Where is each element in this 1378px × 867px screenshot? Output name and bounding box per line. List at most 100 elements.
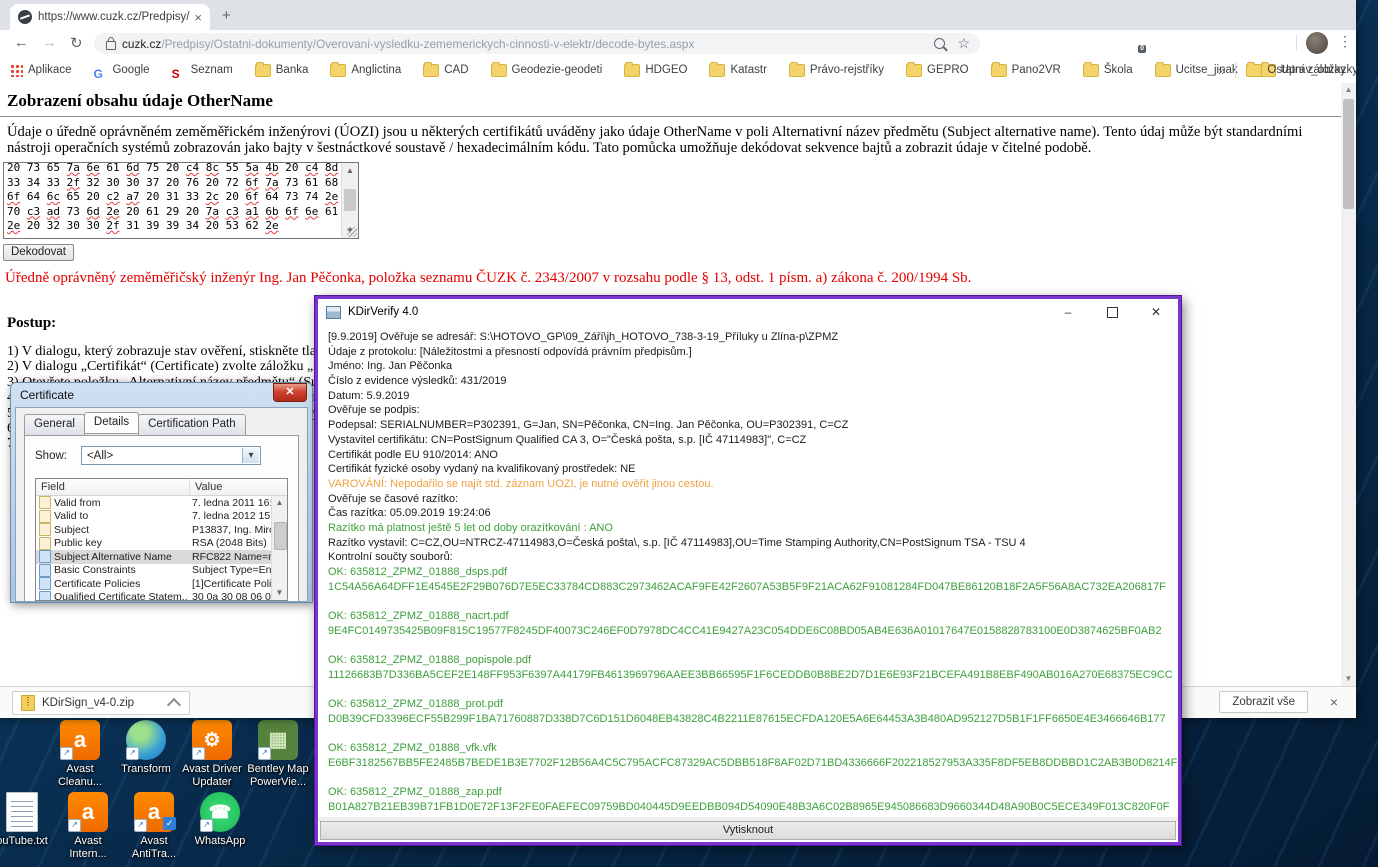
forward-button[interactable]: →	[42, 34, 57, 51]
browser-tab[interactable]: https://www.cuzk.cz/Predpisy/O ×	[10, 4, 210, 30]
desktop-icon[interactable]: Bentley Map PowerVie...	[245, 720, 311, 789]
address-bar[interactable]: cuzk.cz/Predpisy/Ostatni-dokumenty/Overo…	[94, 33, 980, 54]
browser-menu-icon[interactable]: ⋮	[1338, 33, 1352, 50]
desktop-icon[interactable]: Avast Driver Updater	[179, 720, 245, 789]
reload-button[interactable]: ↻	[70, 34, 83, 52]
padlock-icon[interactable]	[106, 41, 116, 50]
shortcut-arrow-icon	[258, 747, 271, 760]
list-header: Field Value	[36, 479, 287, 496]
certificate-dialog-title: Certificate	[11, 383, 312, 407]
desktop-icon[interactable]: Avast Intern...	[55, 792, 121, 861]
tab-close-icon[interactable]: ×	[194, 10, 202, 25]
certificate-tab[interactable]: Certification Path	[138, 414, 246, 436]
desktop-icon[interactable]: WhatsApp	[187, 792, 253, 861]
extension-icon[interactable]	[1181, 35, 1196, 50]
back-button[interactable]: ←	[14, 34, 29, 51]
bookmark-item[interactable]: Google	[93, 64, 149, 76]
profile-avatar[interactable]	[1306, 32, 1328, 54]
certificate-field-row[interactable]: Valid to 7. ledna 2012 15:32:00	[36, 510, 287, 524]
log-line: Jméno: Ing. Jan Pěčonka	[328, 359, 1168, 374]
log-line	[328, 771, 1168, 786]
bookmark-item[interactable]: Aplikace	[10, 64, 71, 77]
desktop-icon[interactable]: ouTube.txt	[0, 792, 55, 861]
desktop-icon-label: Avast Driver Updater	[182, 763, 242, 789]
extension-icon[interactable]	[1154, 35, 1169, 50]
certificate-field-row[interactable]: Subject Alternative Name RFC822 Name=mir…	[36, 550, 287, 564]
desktop-icon[interactable]: Transform	[113, 720, 179, 789]
other-bookmarks-button[interactable]: Ostatní záložky	[1246, 64, 1346, 77]
extension-icon[interactable]	[1046, 35, 1061, 50]
desktop-icon-label: Avast Intern...	[69, 835, 106, 861]
extension-icon[interactable]	[1100, 35, 1115, 50]
certificate-field-row[interactable]: Qualified Certificate Statem... 30 0a 30…	[36, 591, 287, 602]
download-shelf-close-icon[interactable]: ×	[1330, 694, 1338, 710]
kdirverify-titlebar[interactable]: KDirVerify 4.0 – ✕	[318, 299, 1178, 325]
certificate-tab[interactable]: General	[24, 414, 85, 436]
certificate-field-row[interactable]: Basic Constraints Subject Type=End Entit…	[36, 564, 287, 578]
scroll-up-icon[interactable]: ▲	[342, 163, 358, 178]
intro-paragraph: Údaje o úředně oprávněném zeměměřickém i…	[7, 124, 1347, 156]
close-button[interactable]: ✕	[1134, 299, 1178, 325]
page-scroll-down-icon[interactable]: ▼	[1341, 672, 1356, 686]
cert-scroll-up-icon[interactable]: ▲	[272, 496, 287, 510]
hex-input-textarea[interactable]: 20 73 65 7a 6e 61 6d 75 20 c4 8c 55 5a 4…	[3, 162, 359, 239]
bookmark-item[interactable]: Anglictina	[330, 64, 401, 77]
field-type-icon	[39, 523, 51, 536]
maximize-button[interactable]	[1090, 299, 1134, 325]
resize-grip-icon[interactable]	[347, 227, 357, 237]
decode-button[interactable]: Dekodovat	[3, 244, 74, 261]
bookmark-item[interactable]: HDGEO	[624, 64, 687, 77]
download-item[interactable]: KDirSign_v4-0.zip	[12, 691, 190, 715]
extension-icon[interactable]	[1073, 35, 1088, 50]
cert-scrollbar-thumb[interactable]	[274, 522, 287, 550]
desktop-icon[interactable]: Avast AntiTra...	[121, 792, 187, 861]
show-dropdown[interactable]: <All>	[81, 446, 261, 465]
certificate-field-row[interactable]: Valid from 7. ledna 2011 16:25:17	[36, 496, 287, 510]
certificate-list-scrollbar[interactable]: ▲ ▼	[271, 496, 287, 600]
app-glyph-icon	[209, 803, 231, 821]
scrollbar-thumb[interactable]	[344, 189, 356, 211]
certificate-field-row[interactable]: Certificate Policies [1]Certificate Poli…	[36, 577, 287, 591]
bookmark-item[interactable]: Katastr	[709, 64, 766, 77]
certificate-close-button[interactable]: ✕	[273, 383, 307, 402]
print-button[interactable]: Vytisknout	[320, 821, 1176, 840]
extension-icon[interactable]	[1262, 35, 1277, 50]
column-value[interactable]: Value	[190, 479, 287, 495]
bookmark-item[interactable]: Pano2VR	[991, 64, 1061, 77]
desktop-icon[interactable]: Avast Cleanu...	[47, 720, 113, 789]
cert-scroll-down-icon[interactable]: ▼	[272, 586, 287, 600]
new-tab-button[interactable]: +	[222, 7, 231, 24]
field-name: Subject	[54, 524, 89, 536]
bookmark-item[interactable]: Škola	[1083, 64, 1133, 77]
bookmark-star-icon[interactable]: ☆	[957, 35, 970, 52]
certificate-field-row[interactable]: Public key RSA (2048 Bits)	[36, 537, 287, 551]
log-line: Vystavitel certifikátu: CN=PostSignum Qu…	[328, 433, 1168, 448]
show-all-downloads-button[interactable]: Zobrazit vše	[1219, 691, 1308, 713]
extension-icon[interactable]: 0	[1127, 35, 1142, 50]
bookmark-item[interactable]: CAD	[423, 64, 468, 77]
bookmark-item[interactable]: Seznam	[172, 64, 233, 76]
desktop-icon-image	[6, 792, 38, 832]
page-scrollbar-thumb[interactable]	[1343, 99, 1354, 209]
page-scrollbar[interactable]: ▲ ▼	[1341, 83, 1356, 686]
minimize-button[interactable]: –	[1046, 299, 1090, 325]
extension-icon[interactable]	[992, 35, 1007, 50]
extension-icon[interactable]	[1235, 35, 1250, 50]
download-caret-icon[interactable]	[167, 697, 181, 711]
column-field[interactable]: Field	[36, 479, 190, 495]
extension-badge: 0	[1138, 45, 1146, 53]
extension-icon[interactable]	[1208, 35, 1223, 50]
bookmarks-overflow-icon[interactable]: »	[1218, 63, 1225, 78]
bookmark-item[interactable]: GEPRO	[906, 64, 969, 77]
bookmark-item[interactable]: Banka	[255, 64, 309, 77]
certificate-field-row[interactable]: Subject P13837, Ing. Miroslava Hanuš...	[36, 523, 287, 537]
log-line: D0B39CFD3396ECF55B299F1BA71760887D338D7C…	[328, 712, 1168, 727]
page-scroll-up-icon[interactable]: ▲	[1341, 83, 1356, 97]
show-dropdown-value: <All>	[87, 450, 113, 462]
certificate-tab[interactable]: Details	[84, 412, 139, 434]
bookmark-item[interactable]: Geodezie-geodeti	[491, 64, 603, 77]
zoom-icon[interactable]	[934, 38, 945, 49]
extension-icon[interactable]: 01	[1019, 35, 1034, 50]
bookmark-item[interactable]: Právo-rejstříky	[789, 64, 884, 77]
log-line: 1C54A56A64DFF1E4545E2F29B076D7E5EC33784C…	[328, 580, 1168, 595]
